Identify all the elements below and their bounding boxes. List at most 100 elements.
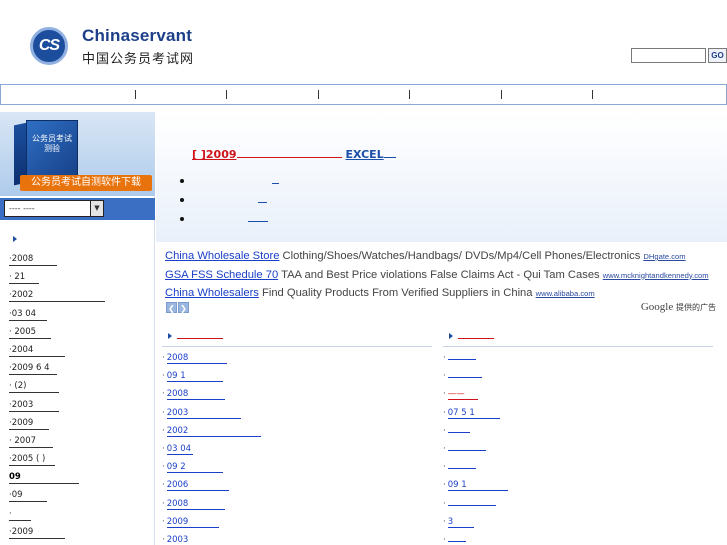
list-item[interactable]: · 2006 xyxy=(162,476,432,494)
chevron-left-icon[interactable]: ❮ xyxy=(166,302,177,313)
ad-url-link[interactable]: www.alibaba.com xyxy=(536,289,595,298)
list-link[interactable]: —— xyxy=(447,389,478,401)
sidebar-news-link[interactable]: ·2009 xyxy=(9,527,65,539)
sidebar-news-link[interactable]: ·03 04 xyxy=(9,309,47,321)
sidebar-news-item[interactable]: ·2009 xyxy=(9,523,149,541)
sidebar-news-item[interactable]: · 2005 xyxy=(9,323,149,341)
sidebar-news-link[interactable]: · xyxy=(9,509,31,521)
ad-item[interactable]: China Wholesalers Find Quality Products … xyxy=(165,284,716,303)
software-promo[interactable]: 公务员考试测验 公务员考试自测软件下载 xyxy=(0,112,155,196)
sidebar-news-link[interactable]: ·2005 ( ) xyxy=(9,454,55,467)
list-item[interactable]: · 2002 xyxy=(162,422,432,440)
sidebar-news-link[interactable]: · 2007 xyxy=(9,436,53,448)
list-item[interactable]: · 2008 xyxy=(162,385,432,403)
sidebar-news-item[interactable]: 09 xyxy=(9,468,149,486)
sidebar-news-item[interactable]: ·2009 6 4 xyxy=(9,359,149,377)
promo-banner[interactable]: 公务员考试自测软件下载 xyxy=(20,175,152,191)
list-link[interactable]: 2008 xyxy=(166,499,225,510)
column-header[interactable] xyxy=(162,327,432,347)
headline-link[interactable]: [ ]2009 xyxy=(192,148,237,161)
ad-item[interactable]: GSA FSS Schedule 70 TAA and Best Price v… xyxy=(165,266,716,285)
list-item[interactable]: · xyxy=(443,458,713,476)
ad-title-link[interactable]: China Wholesale Store xyxy=(165,250,279,262)
ad-title-link[interactable]: GSA FSS Schedule 70 xyxy=(165,269,278,281)
list-item[interactable]: · xyxy=(443,531,713,545)
list-item[interactable]: · 2003 xyxy=(162,531,432,545)
logo-text-en[interactable]: Chinaservant xyxy=(82,26,192,46)
list-link[interactable]: 09 1 xyxy=(447,480,508,492)
sidebar-news-link[interactable]: · 21 xyxy=(9,272,39,285)
sidebar-news-item[interactable]: ·2004 xyxy=(9,341,149,359)
ads-by-google[interactable]: Google 提供的广告 xyxy=(641,301,716,313)
category-select[interactable]: ---- ---- ▼ xyxy=(4,200,104,217)
list-link[interactable]: 09 1 xyxy=(166,371,223,383)
list-link[interactable] xyxy=(447,468,476,470)
list-link[interactable] xyxy=(447,504,496,506)
chevron-down-icon[interactable]: ▼ xyxy=(90,201,103,216)
list-item[interactable]: · 09 2 xyxy=(162,458,432,476)
ad-item[interactable]: China Wholesale Store Clothing/Shoes/Wat… xyxy=(165,247,716,266)
list-link[interactable]: 09 2 xyxy=(166,462,223,474)
sidebar-news-link[interactable]: ·2008 xyxy=(9,254,57,266)
bullet-item[interactable] xyxy=(180,210,279,229)
column-header[interactable] xyxy=(443,327,713,347)
bullet-item[interactable] xyxy=(180,191,279,210)
search-input[interactable] xyxy=(631,48,706,63)
sidebar-news-item[interactable]: ·2002 xyxy=(9,286,149,304)
list-item[interactable]: · 03 04 xyxy=(162,440,432,458)
ad-url-link[interactable]: www.mcknightandkennedy.com xyxy=(603,271,709,280)
list-item[interactable]: · 2008 xyxy=(162,495,432,513)
list-item[interactable]: · 2003 xyxy=(162,404,432,422)
list-link[interactable]: 2009 xyxy=(166,517,219,528)
bullet-link[interactable] xyxy=(248,213,268,222)
list-link[interactable]: 2008 xyxy=(166,353,227,364)
list-item[interactable]: · 09 1 xyxy=(162,367,432,385)
sidebar-news-link[interactable]: ·2003 xyxy=(9,400,59,412)
list-link[interactable] xyxy=(447,540,466,542)
sidebar-news-item[interactable]: ·2008 xyxy=(9,250,149,268)
sidebar-news-link[interactable]: ·2009 xyxy=(9,418,49,430)
list-link[interactable] xyxy=(447,359,476,360)
go-button[interactable]: GO xyxy=(708,48,727,63)
list-item[interactable]: · 07 5 1 xyxy=(443,404,713,422)
sidebar-news-item[interactable]: · 2007 xyxy=(9,432,149,450)
list-item[interactable]: · xyxy=(443,422,713,440)
list-link[interactable]: 2006 xyxy=(166,480,229,492)
list-item[interactable]: · —— xyxy=(443,385,713,403)
list-link[interactable]: 03 04 xyxy=(166,444,193,455)
sidebar-news-link[interactable]: ·2009 6 4 xyxy=(9,363,57,376)
sidebar-news-item[interactable]: · (2) xyxy=(9,377,149,395)
sidebar-news-item[interactable]: · 21 xyxy=(9,268,149,286)
ad-url-link[interactable]: DHgate.com xyxy=(643,252,685,261)
list-link[interactable] xyxy=(447,377,482,379)
excel-link[interactable]: EXCEL xyxy=(346,148,384,161)
sidebar-news-link[interactable]: ·2002 xyxy=(9,290,105,303)
list-link[interactable]: 3 xyxy=(447,517,474,528)
sidebar-news-item[interactable]: ·09 xyxy=(9,486,149,504)
sidebar-news-link[interactable]: ·2004 xyxy=(9,345,65,357)
list-item[interactable]: · 2008 xyxy=(162,349,432,367)
sidebar-news-link[interactable]: ·09 xyxy=(9,490,47,503)
bullet-link[interactable] xyxy=(258,194,267,203)
ad-title-link[interactable]: China Wholesalers xyxy=(165,287,259,299)
list-item[interactable]: · xyxy=(443,349,713,367)
list-link[interactable]: 07 5 1 xyxy=(447,408,500,419)
bullet-link[interactable] xyxy=(272,175,279,184)
list-item[interactable]: · 09 1 xyxy=(443,476,713,494)
sidebar-news-item[interactable]: · xyxy=(9,505,149,523)
logo-text-cn[interactable]: 中国公务员考试网 xyxy=(82,48,194,67)
list-item[interactable]: · xyxy=(443,440,713,458)
list-item[interactable]: · xyxy=(443,495,713,513)
sidebar-news-link[interactable]: · 2005 xyxy=(9,327,51,339)
list-link[interactable] xyxy=(447,449,486,451)
logo-mark[interactable]: CS xyxy=(30,27,68,65)
list-item[interactable]: · xyxy=(443,367,713,385)
sidebar-news-item[interactable]: ·03 04 xyxy=(9,305,149,323)
sidebar-news-item[interactable]: ·2003 xyxy=(9,396,149,414)
list-link[interactable]: 2008 xyxy=(166,389,225,401)
list-item[interactable]: · 2009 xyxy=(162,513,432,531)
list-item[interactable]: · 3 xyxy=(443,513,713,531)
sidebar-news-link[interactable]: 09 xyxy=(9,472,79,485)
sidebar-news-item[interactable]: ·2009 xyxy=(9,414,149,432)
list-link[interactable]: 2003 xyxy=(166,408,241,419)
